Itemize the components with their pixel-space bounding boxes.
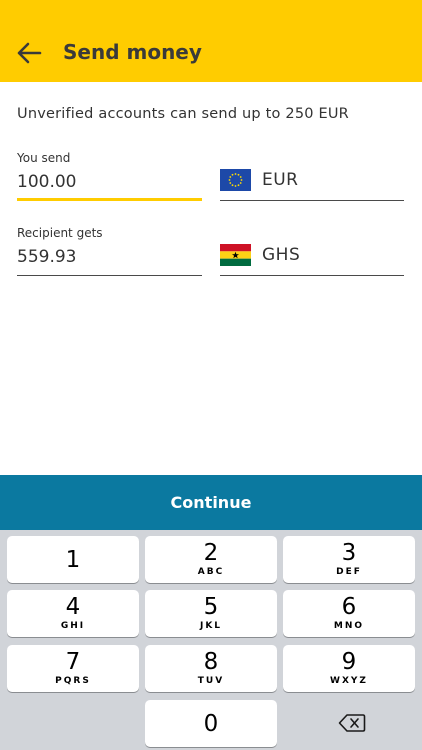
receive-currency-code: GHS xyxy=(262,245,301,265)
key-9[interactable]: 9 WXYZ xyxy=(283,645,415,692)
you-send-label: You send xyxy=(17,151,71,165)
send-amount-underline xyxy=(17,198,202,201)
back-button[interactable] xyxy=(12,34,46,72)
send-limit-notice: Unverified accounts can send up to 250 E… xyxy=(17,106,349,122)
ghana-flag-icon xyxy=(220,244,251,266)
receive-currency-underline xyxy=(220,275,404,276)
app-header: Send money xyxy=(0,0,422,82)
key-1[interactable]: 1 xyxy=(7,536,139,583)
key-digit: 5 xyxy=(203,594,219,620)
key-7[interactable]: 7 PQRS xyxy=(7,645,139,692)
key-6[interactable]: 6 MNO xyxy=(283,590,415,637)
backspace-key[interactable] xyxy=(330,708,374,738)
key-letters: WXYZ xyxy=(330,676,368,686)
page-title: Send money xyxy=(63,40,202,64)
key-digit: 8 xyxy=(203,649,219,675)
key-digit: 3 xyxy=(341,540,357,566)
key-digit: 9 xyxy=(341,649,357,675)
send-currency-selector[interactable]: EUR xyxy=(220,169,299,191)
key-letters: PQRS xyxy=(55,676,91,686)
key-digit: 4 xyxy=(65,594,81,620)
receive-amount-input[interactable] xyxy=(17,245,202,269)
key-2[interactable]: 2 ABC xyxy=(145,536,277,583)
key-letters: MNO xyxy=(333,621,365,631)
key-letters: DEF xyxy=(336,567,362,577)
backspace-icon xyxy=(338,714,366,732)
receive-amount-underline xyxy=(17,275,202,276)
arrow-left-icon xyxy=(17,42,42,64)
continue-button[interactable]: Continue xyxy=(0,475,422,530)
send-currency-code: EUR xyxy=(262,170,299,190)
recipient-gets-label: Recipient gets xyxy=(17,226,103,240)
key-digit: 1 xyxy=(65,546,81,573)
key-letters: ABC xyxy=(197,567,225,577)
key-5[interactable]: 5 JKL xyxy=(145,590,277,637)
key-letters: TUV xyxy=(197,676,225,686)
key-digit: 7 xyxy=(65,649,81,675)
key-digit: 2 xyxy=(203,540,219,566)
key-letters: JKL xyxy=(199,621,223,631)
key-letters: GHI xyxy=(60,621,86,631)
eu-flag-icon xyxy=(220,169,251,191)
key-4[interactable]: 4 GHI xyxy=(7,590,139,637)
key-3[interactable]: 3 DEF xyxy=(283,536,415,583)
send-currency-underline xyxy=(220,200,404,201)
key-0[interactable]: 0 xyxy=(145,700,277,747)
receive-currency-selector[interactable]: GHS xyxy=(220,244,300,266)
send-amount-input[interactable] xyxy=(17,170,202,194)
numeric-keypad: 1 2 ABC 3 DEF 4 GHI 5 JKL 6 MNO 7 PQRS 8… xyxy=(0,530,422,750)
key-digit: 6 xyxy=(341,594,357,620)
key-8[interactable]: 8 TUV xyxy=(145,645,277,692)
key-digit: 0 xyxy=(203,710,219,737)
